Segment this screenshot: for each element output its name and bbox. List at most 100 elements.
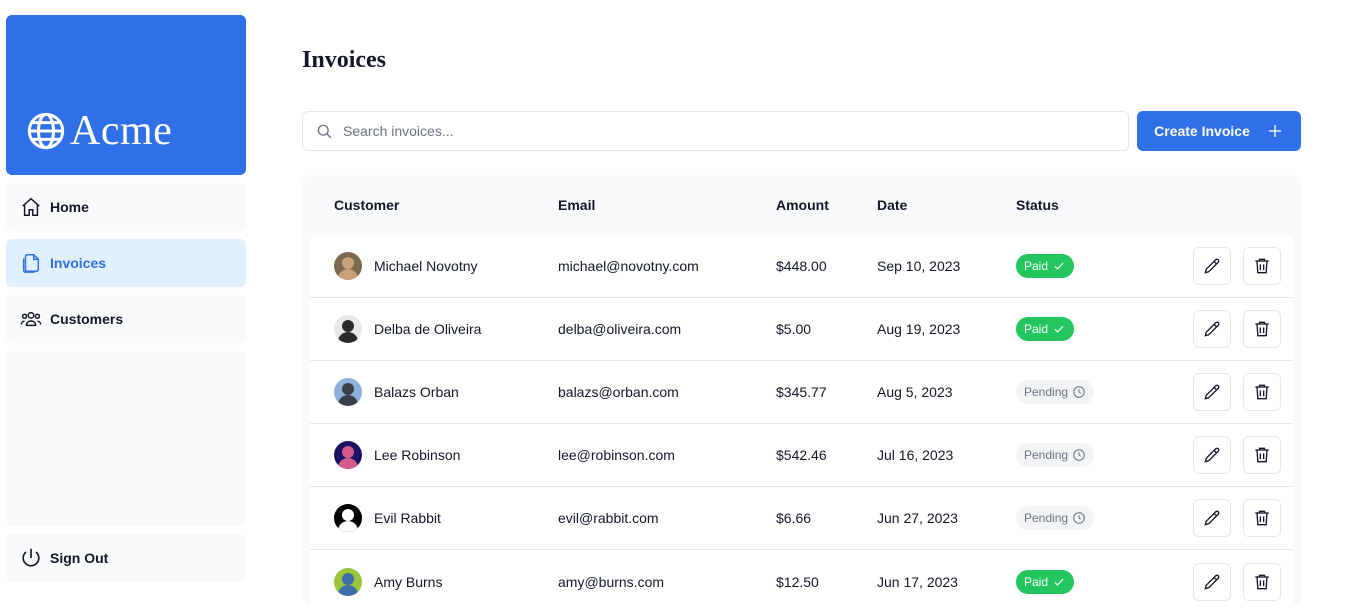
invoice-amount: $542.46 xyxy=(776,447,827,463)
trash-icon xyxy=(1255,258,1269,274)
search-input[interactable] xyxy=(343,123,1103,139)
globe-icon xyxy=(27,112,65,150)
power-icon xyxy=(22,548,40,567)
brand-logo-box[interactable]: Acme xyxy=(6,15,246,175)
sidebar-item-label: Invoices xyxy=(50,255,107,271)
customer-cell: Michael Novotny xyxy=(334,252,478,280)
edit-invoice-button[interactable] xyxy=(1193,310,1231,348)
pencil-icon xyxy=(1204,321,1220,337)
main-content: Invoices Create Invoice Customer Email A… xyxy=(302,0,1302,613)
status-badge: Paid xyxy=(1016,254,1075,278)
pencil-icon xyxy=(1204,258,1220,274)
customer-cell: Amy Burns xyxy=(334,567,443,596)
customer-email: balazs@orban.com xyxy=(558,384,679,400)
clock-icon xyxy=(1073,386,1085,398)
plus-icon xyxy=(1268,125,1281,137)
invoice-date: Jun 17, 2023 xyxy=(877,573,958,590)
avatar xyxy=(334,567,362,596)
search-box[interactable] xyxy=(302,111,1129,151)
column-header-date: Date xyxy=(877,197,908,213)
customer-cell: Evil Rabbit xyxy=(334,504,441,532)
invoice-date: Aug 19, 2023 xyxy=(877,321,961,337)
pencil-icon xyxy=(1204,574,1220,590)
users-icon xyxy=(20,311,42,327)
brand-logo: Acme xyxy=(26,107,172,155)
pencil-icon xyxy=(1204,384,1220,400)
document-icon xyxy=(22,254,40,273)
trash-icon xyxy=(1255,510,1269,526)
table-row: Evil Rabbit evil@rabbit.com $6.66 Jun 27, 2… xyxy=(310,487,1293,550)
column-header-email: Email xyxy=(558,197,596,213)
table-row: Amy Burns amy@burns.com $12.50 Jun 17, 2023… xyxy=(310,550,1293,613)
avatar xyxy=(334,378,362,406)
table-row: Michael Novotny michael@novotny.com $448.0… xyxy=(310,235,1293,298)
table-row: Balazs Orban balazs@orban.com $345.77 Aug 5… xyxy=(310,361,1293,424)
delete-invoice-button[interactable] xyxy=(1243,373,1281,411)
table-row: Lee Robinson lee@robinson.com $542.46 Jul 1… xyxy=(310,424,1293,487)
trash-icon xyxy=(1255,321,1269,337)
edit-invoice-button[interactable] xyxy=(1193,499,1231,537)
customer-email: delba@oliveira.com xyxy=(558,321,682,337)
clock-icon xyxy=(1073,449,1085,461)
trash-icon xyxy=(1255,447,1269,463)
avatar xyxy=(334,441,362,469)
delete-invoice-button[interactable] xyxy=(1243,499,1281,537)
column-header-customer: Customer xyxy=(334,197,400,213)
check-icon xyxy=(1054,578,1064,586)
trash-icon xyxy=(1255,384,1269,400)
invoice-amount: $448.00 xyxy=(776,258,827,274)
customer-email: evil@rabbit.com xyxy=(558,510,659,526)
invoice-date: Sep 10, 2023 xyxy=(877,258,961,274)
status-label: Paid xyxy=(1024,322,1049,336)
delete-invoice-button[interactable] xyxy=(1243,247,1281,285)
customer-cell: Delba de Oliveira xyxy=(334,315,481,343)
table-body: Michael Novotny michael@novotny.com $448.0… xyxy=(310,235,1293,613)
sign-out-label: Sign Out xyxy=(50,550,109,566)
delete-invoice-button[interactable] xyxy=(1243,436,1281,474)
edit-invoice-button[interactable] xyxy=(1193,373,1231,411)
check-icon xyxy=(1054,325,1064,333)
sidebar-spacer xyxy=(6,351,246,526)
edit-invoice-button[interactable] xyxy=(1193,436,1231,474)
status-label: Pending xyxy=(1024,448,1069,462)
sidebar-item-customers[interactable]: Customers xyxy=(6,295,246,343)
status-badge: Pending xyxy=(1016,443,1095,467)
customer-cell: Balazs Orban xyxy=(334,378,459,406)
status-badge: Paid xyxy=(1016,569,1075,594)
invoice-amount: $6.66 xyxy=(776,510,812,526)
status-label: Paid xyxy=(1024,574,1049,589)
status-label: Pending xyxy=(1024,385,1069,399)
invoice-date: Jul 16, 2023 xyxy=(877,447,954,463)
customer-name: Balazs Orban xyxy=(374,384,459,400)
column-header-amount: Amount xyxy=(776,197,829,213)
sidebar-item-label: Home xyxy=(50,199,89,215)
customer-email: amy@burns.com xyxy=(558,573,665,590)
invoice-amount: $12.50 xyxy=(776,573,819,590)
pencil-icon xyxy=(1204,447,1220,463)
sidebar: Acme Home Invoices Customers Sign Out xyxy=(6,15,246,585)
pencil-icon xyxy=(1204,510,1220,526)
delete-invoice-button[interactable] xyxy=(1243,310,1281,348)
edit-invoice-button[interactable] xyxy=(1193,247,1231,285)
sidebar-item-home[interactable]: Home xyxy=(6,183,246,231)
search-icon xyxy=(317,124,332,139)
customer-name: Evil Rabbit xyxy=(374,510,441,526)
trash-icon xyxy=(1255,574,1269,589)
customer-name: Lee Robinson xyxy=(374,447,461,463)
create-invoice-button[interactable]: Create Invoice xyxy=(1137,111,1301,151)
customer-cell: Lee Robinson xyxy=(334,441,460,469)
table-row: Delba de Oliveira delba@oliveira.com $5.00… xyxy=(310,298,1293,361)
customer-name: Delba de Oliveira xyxy=(374,321,482,337)
page-title: Invoices xyxy=(302,47,386,73)
table-header: Customer Email Amount Date Status xyxy=(302,175,1301,235)
check-icon xyxy=(1054,262,1064,270)
invoice-date: Aug 5, 2023 xyxy=(877,384,953,400)
sidebar-item-invoices[interactable]: Invoices xyxy=(6,239,246,287)
sign-out-button[interactable]: Sign Out xyxy=(6,534,246,582)
customer-name: Amy Burns xyxy=(374,573,443,590)
invoices-table: Customer Email Amount Date Status Michae… xyxy=(302,175,1301,613)
status-badge: Pending xyxy=(1016,506,1095,530)
invoice-amount: $5.00 xyxy=(776,321,812,337)
invoice-date: Jun 27, 2023 xyxy=(877,510,958,526)
customer-email: lee@robinson.com xyxy=(558,447,675,463)
